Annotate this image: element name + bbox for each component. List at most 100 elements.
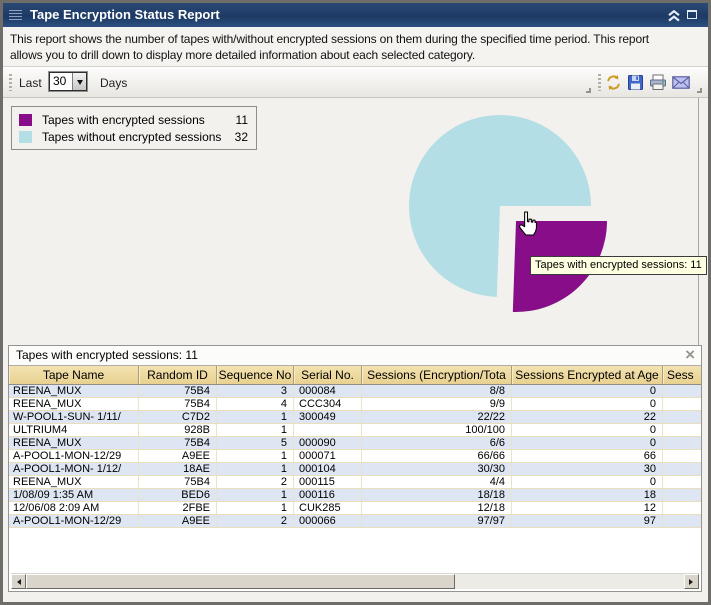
table-cell: 1 [217,424,294,436]
table-cell: 000071 [294,450,362,462]
dropdown-arrow-icon[interactable] [72,73,86,90]
table-row[interactable]: REENA_MUX75B430000848/80 [9,385,701,398]
table-cell: 22 [512,411,663,423]
table-cell: W-POOL1-SUN- 1/11/ [9,411,139,423]
table-cell: 000090 [294,437,362,449]
table-cell [663,437,701,449]
table-cell: 22/22 [362,411,512,423]
period-suffix-label: Days [100,76,127,90]
table-cell: CUK285 [294,502,362,514]
table-cell: 0 [512,424,663,436]
table-cell: 75B4 [139,476,217,488]
table-cell: A-POOL1-MON- 1/12/ [9,463,139,475]
table-row[interactable]: 12/06/08 2:09 AM2FBE1CUK28512/1812 [9,502,701,515]
scroll-right-icon [689,579,696,585]
table-cell: 18/18 [362,489,512,501]
save-button[interactable] [625,71,646,93]
grid-body: REENA_MUX75B430000848/80REENA_MUX75B44CC… [9,385,701,528]
scrollbar-track[interactable] [455,574,684,589]
table-cell: 000104 [294,463,362,475]
toolbar-corner-mark [697,88,702,93]
table-cell: 4 [217,398,294,410]
column-header-sequence-no[interactable]: Sequence No [217,366,294,384]
toolbar-grip-handle[interactable] [9,74,12,91]
legend-item: Tapes without encrypted sessions 32 [19,129,248,144]
table-cell [663,515,701,527]
table-cell: REENA_MUX [9,437,139,449]
print-button[interactable] [647,71,668,93]
table-cell: 18 [512,489,663,501]
table-row[interactable]: 1/08/09 1:35 AMBED6100011618/1818 [9,489,701,502]
close-icon[interactable]: × [685,345,695,365]
table-cell: 1 [217,502,294,514]
table-cell: 3 [217,385,294,397]
toolbar-grip-handle[interactable] [598,74,601,91]
table-row[interactable]: A-POOL1-MON- 1/12/18AE100010430/3030 [9,463,701,476]
scrollbar-thumb[interactable] [26,574,455,589]
scroll-left-icon [14,579,21,585]
table-cell: 9/9 [362,398,512,410]
horizontal-scrollbar[interactable] [11,573,699,589]
window-grip-icon [9,10,22,20]
table-cell: 30 [512,463,663,475]
table-cell: 0 [512,398,663,410]
table-cell: 1/08/09 1:35 AM [9,489,139,501]
period-value: 30 [50,73,72,90]
maximize-icon[interactable] [687,10,697,19]
legend-value: 11 [236,113,248,127]
table-cell: 30/30 [362,463,512,475]
email-icon [672,76,690,89]
table-cell: A-POOL1-MON-12/29 [9,515,139,527]
table-row[interactable]: REENA_MUX75B450000906/60 [9,437,701,450]
period-prefix-label: Last [19,76,42,90]
table-cell: 75B4 [139,398,217,410]
table-row[interactable]: ULTRIUM4928B1100/1000 [9,424,701,437]
table-row[interactable]: REENA_MUX75B420001154/40 [9,476,701,489]
description-line: allows you to drill down to display more… [10,47,701,63]
table-row[interactable]: A-POOL1-MON-12/29A9EE100007166/6666 [9,450,701,463]
table-cell: CCC304 [294,398,362,410]
scroll-left-button[interactable] [11,574,26,589]
table-cell [663,476,701,488]
table-cell: C7D2 [139,411,217,423]
table-row[interactable]: REENA_MUX75B44CCC3049/90 [9,398,701,411]
table-cell: BED6 [139,489,217,501]
table-cell: REENA_MUX [9,476,139,488]
legend-swatch-encrypted [19,114,32,126]
table-cell: A-POOL1-MON-12/29 [9,450,139,462]
table-cell [663,398,701,410]
table-cell: 97 [512,515,663,527]
period-select[interactable]: 30 [49,72,87,91]
scroll-right-button[interactable] [684,574,699,589]
table-cell: 1 [217,463,294,475]
report-window: Tape Encryption Status Report This repor… [0,0,711,605]
table-cell: 0 [512,476,663,488]
legend-label: Tapes without encrypted sessions [42,130,221,144]
table-cell: 12/06/08 2:09 AM [9,502,139,514]
table-cell: 1 [217,489,294,501]
table-cell: REENA_MUX [9,385,139,397]
table-row[interactable]: A-POOL1-MON-12/29A9EE200006697/9797 [9,515,701,528]
column-header-partial[interactable]: Sess [663,366,701,384]
column-header-sessions[interactable]: Sessions (Encryption/Tota [362,366,512,384]
chart-tooltip: Tapes with encrypted sessions: 11 [530,256,707,275]
column-header-tape-name[interactable]: Tape Name [9,366,139,384]
table-cell: ULTRIUM4 [9,424,139,436]
table-cell: 0 [512,437,663,449]
legend-value: 32 [235,130,248,144]
column-header-serial-no[interactable]: Serial No. [294,366,362,384]
refresh-icon [605,74,622,91]
email-button[interactable] [670,71,691,93]
toolbar: Last 30 Days [3,67,708,98]
refresh-button[interactable] [603,71,624,93]
report-body: Tapes with encrypted sessions 11 Tapes w… [3,98,708,602]
table-cell [663,463,701,475]
column-header-sessions-encrypted[interactable]: Sessions Encrypted at Age [512,366,663,384]
table-cell: 8/8 [362,385,512,397]
description-line: This report shows the number of tapes wi… [10,31,701,47]
table-cell: 2FBE [139,502,217,514]
column-header-random-id[interactable]: Random ID [139,366,217,384]
collapse-icon[interactable] [667,9,681,21]
grid-header: Tape Name Random ID Sequence No Serial N… [9,366,701,385]
table-row[interactable]: W-POOL1-SUN- 1/11/C7D2130004922/2222 [9,411,701,424]
